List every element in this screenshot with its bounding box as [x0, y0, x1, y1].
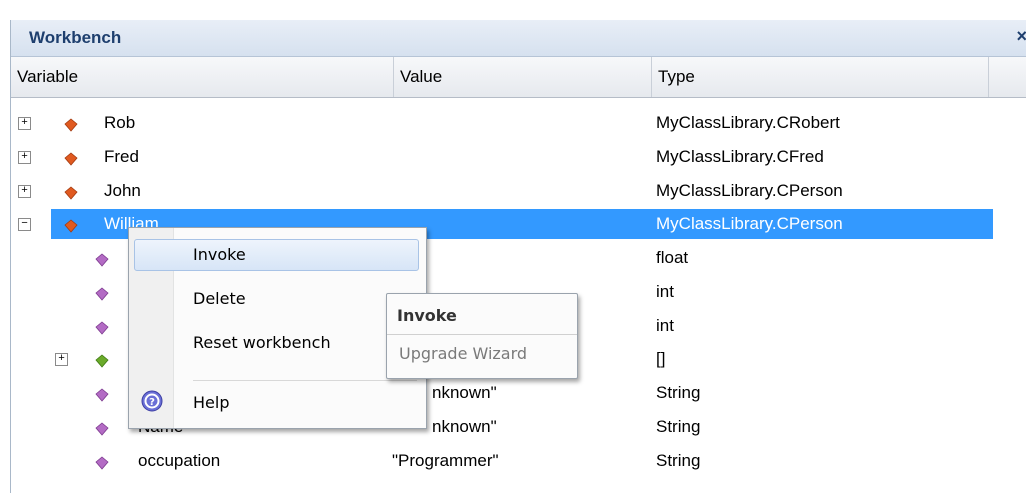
column-header-variable[interactable]: Variable — [11, 57, 394, 97]
orange-diamond-icon — [64, 118, 78, 132]
purple-diamond-icon — [95, 422, 109, 436]
row-type: int — [656, 282, 674, 301]
row-value: nknown" — [432, 383, 497, 402]
column-header-value[interactable]: Value — [394, 57, 652, 97]
column-header-type[interactable]: Type — [652, 57, 989, 97]
menu-item-highlight — [134, 239, 419, 271]
svg-text:?: ? — [149, 397, 155, 408]
orange-diamond-icon — [64, 219, 78, 233]
plus-box-icon[interactable]: + — [18, 151, 31, 164]
workbench-titlebar: Workbench × — [11, 20, 1026, 57]
menu-item-reset-workbench[interactable]: Reset workbench — [129, 324, 426, 360]
submenu-item-upgrade-wizard[interactable]: Upgrade Wizard — [399, 344, 527, 363]
menu-separator — [193, 380, 417, 381]
panel-title: Workbench — [29, 28, 122, 47]
row-value: nknown" — [432, 417, 497, 436]
row-type: int — [656, 316, 674, 335]
row-type: String — [656, 451, 701, 470]
close-icon[interactable]: × — [1016, 26, 1026, 47]
orange-diamond-icon — [64, 186, 78, 200]
column-header: Variable Value Type — [11, 57, 1026, 98]
row-type: MyClassLibrary.CPerson — [656, 214, 843, 233]
row-type: MyClassLibrary.CPerson — [656, 181, 843, 200]
row-variable-name: occupation — [138, 451, 221, 470]
orange-diamond-icon — [64, 152, 78, 166]
menu-item-invoke[interactable]: Invoke — [129, 236, 426, 272]
minus-box-icon[interactable]: − — [18, 218, 31, 231]
menu-item-label: Reset workbench — [193, 333, 331, 352]
table-row[interactable]: occupation "Programmer" String — [11, 445, 1026, 479]
table-row[interactable]: + John MyClassLibrary.CPerson — [11, 175, 1026, 209]
row-type: String — [656, 417, 701, 436]
menu-item-label: Invoke — [193, 245, 246, 264]
green-diamond-icon — [95, 354, 109, 368]
purple-diamond-icon — [95, 388, 109, 402]
row-type: String — [656, 383, 701, 402]
row-type: float — [656, 248, 689, 267]
table-row[interactable]: + Fred MyClassLibrary.CFred — [11, 141, 1026, 175]
menu-item-help[interactable]: ? Help — [129, 384, 426, 420]
row-value: "Programmer" — [392, 451, 499, 470]
plus-box-icon[interactable]: + — [55, 353, 68, 366]
row-variable-name: Rob — [104, 113, 136, 132]
plus-box-icon[interactable]: + — [18, 117, 31, 130]
purple-diamond-icon — [95, 253, 109, 267]
submenu-divider — [387, 334, 577, 335]
menu-item-label: Help — [193, 393, 230, 412]
purple-diamond-icon — [95, 321, 109, 335]
context-menu: Invoke Delete Reset workbench ? Help — [128, 227, 427, 429]
table-row[interactable]: + Rob MyClassLibrary.CRobert — [11, 107, 1026, 141]
purple-diamond-icon — [95, 287, 109, 301]
menu-item-delete[interactable]: Delete — [129, 280, 426, 316]
submenu-header: Invoke — [397, 306, 457, 325]
row-variable-name: John — [104, 181, 141, 200]
menu-item-label: Delete — [193, 289, 246, 308]
plus-box-icon[interactable]: + — [18, 185, 31, 198]
help-circle-icon: ? — [141, 390, 163, 412]
row-type: [] — [656, 349, 666, 368]
invoke-submenu: Invoke Upgrade Wizard — [386, 293, 578, 379]
purple-diamond-icon — [95, 456, 109, 470]
row-type: MyClassLibrary.CFred — [656, 147, 824, 166]
row-variable-name: Fred — [104, 147, 139, 166]
row-type: MyClassLibrary.CRobert — [656, 113, 840, 132]
